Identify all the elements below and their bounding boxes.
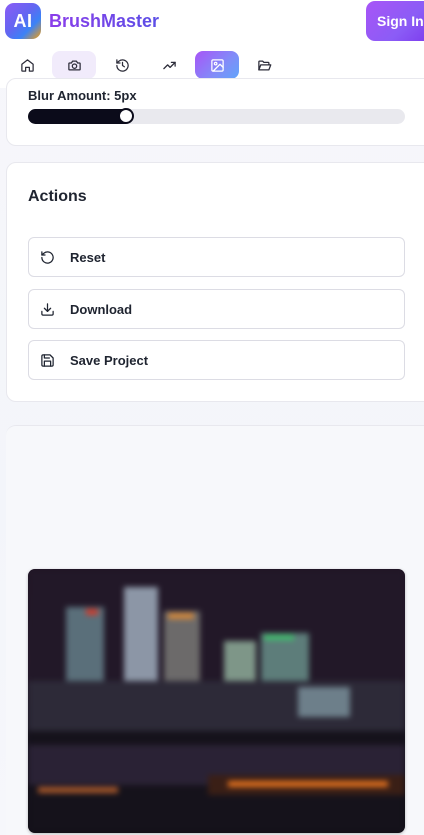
- nav-image[interactable]: [195, 51, 239, 79]
- download-icon: [41, 302, 54, 316]
- trending-up-icon: [162, 61, 176, 69]
- top-header: AI BrushMaster Sign In: [0, 0, 424, 44]
- save-project-label: Save Project: [70, 352, 149, 368]
- history-icon: [115, 58, 129, 72]
- image-icon: [210, 58, 224, 72]
- blur-slider-fill: [28, 109, 126, 124]
- download-label: Download: [70, 301, 133, 317]
- blur-slider-thumb[interactable]: [118, 108, 134, 124]
- actions-title: Actions: [28, 188, 87, 205]
- blurred-preview-image: [28, 569, 405, 833]
- app-page: AI BrushMaster Sign In Blur Amount: 5px …: [0, 0, 424, 835]
- nav-home[interactable]: [5, 51, 49, 79]
- rotate-ccw-icon: [41, 250, 54, 264]
- nav-camera[interactable]: [52, 51, 96, 79]
- blur-amount-label: Blur Amount: 5px: [28, 88, 137, 103]
- reset-label: Reset: [70, 249, 106, 265]
- nav-folder[interactable]: [242, 51, 286, 79]
- download-button[interactable]: Download: [28, 289, 405, 329]
- nav-history[interactable]: [100, 51, 144, 79]
- save-project-button[interactable]: Save Project: [28, 340, 405, 380]
- camera-icon: [67, 60, 81, 70]
- home-icon: [20, 58, 34, 72]
- city-skyline-image: [28, 569, 405, 833]
- save-icon: [41, 353, 54, 367]
- brand-name[interactable]: BrushMaster: [49, 11, 159, 32]
- sign-in-button[interactable]: Sign In: [366, 1, 424, 41]
- blur-slider[interactable]: [28, 108, 405, 124]
- logo-badge[interactable]: AI: [5, 3, 41, 39]
- nav-trending[interactable]: [147, 51, 191, 79]
- folder-open-icon: [257, 60, 271, 70]
- reset-button[interactable]: Reset: [28, 237, 405, 277]
